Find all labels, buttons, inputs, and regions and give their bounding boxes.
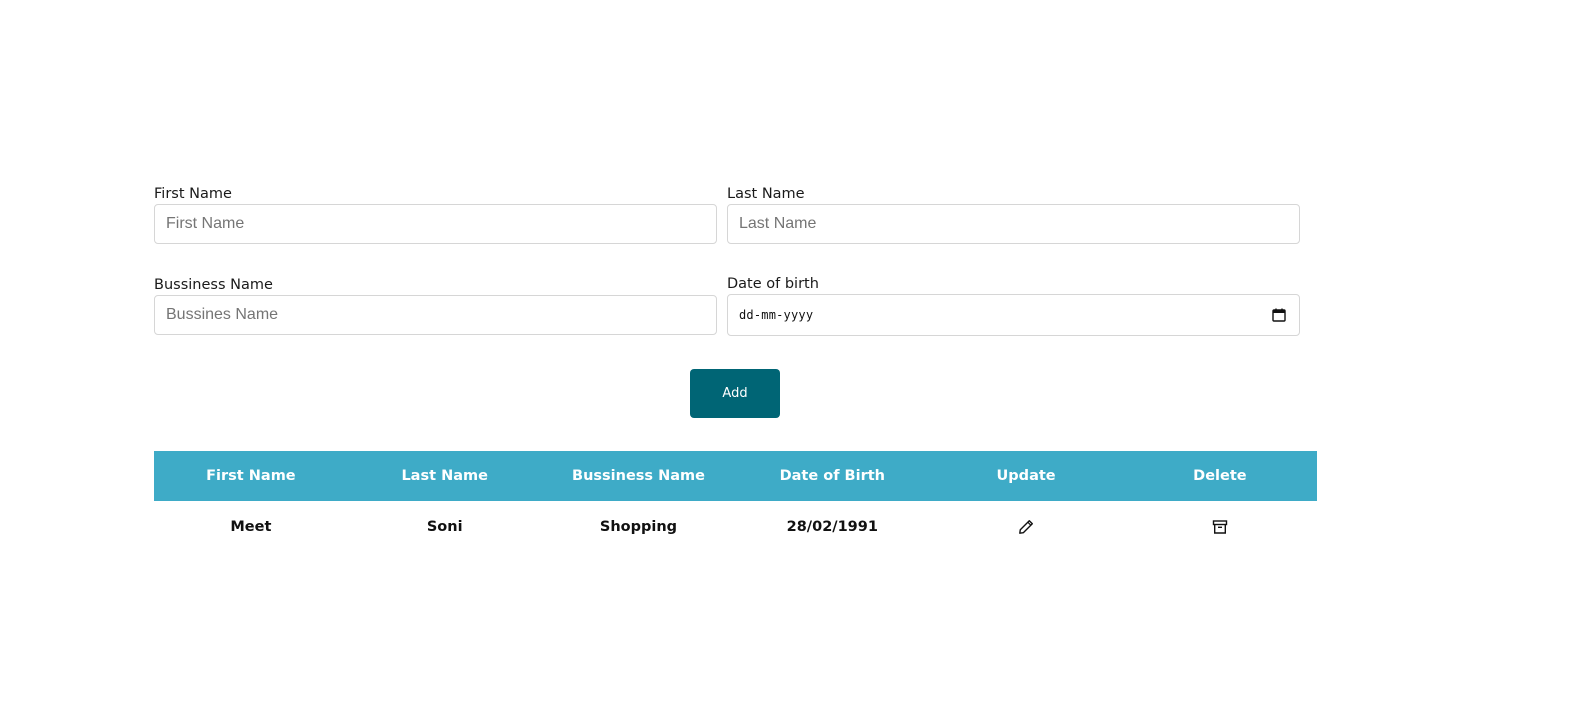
table-header-row: First Name Last Name Bussiness Name Date of… [154, 451, 1317, 501]
first-name-input[interactable] [154, 204, 717, 244]
last-name-field: Last Name [727, 184, 1300, 244]
pencil-icon[interactable] [1015, 516, 1037, 538]
header-update: Update [996, 468, 1056, 484]
first-name-label: First Name [154, 186, 232, 202]
business-name-label: Bussiness Name [154, 277, 273, 293]
date-of-birth-label: Date of birth [727, 276, 819, 292]
business-name-input[interactable] [154, 295, 717, 335]
cell-last-name: Soni [426, 519, 463, 535]
cell-business-name: Shopping [599, 519, 678, 535]
users-table: First Name Last Name Bussiness Name Date of… [154, 451, 1317, 553]
cell-update [929, 516, 1123, 539]
cell-delete [1123, 516, 1317, 539]
first-name-field: First Name [154, 184, 717, 244]
table-body: Meet Soni Shopping 28/02/1991 [154, 501, 1317, 553]
business-name-field: Bussiness Name [154, 275, 717, 335]
date-of-birth-input[interactable]: dd-mm-yyyy [727, 294, 1300, 336]
add-button[interactable]: Add [690, 369, 780, 418]
cell-first-name: Meet [230, 519, 272, 535]
table-row: Meet Soni Shopping 28/02/1991 [154, 501, 1317, 553]
archive-icon[interactable] [1209, 516, 1231, 538]
cell-date-of-birth: 28/02/1991 [786, 519, 878, 535]
last-name-input[interactable] [727, 204, 1300, 244]
header-date-of-birth: Date of Birth [779, 468, 885, 484]
date-of-birth-field: Date of birth dd-mm-yyyy [727, 274, 1300, 336]
header-delete: Delete [1193, 468, 1247, 484]
header-first-name: First Name [206, 468, 296, 484]
date-placeholder: dd-mm-yyyy [739, 308, 814, 322]
last-name-label: Last Name [727, 186, 805, 202]
header-business-name: Bussiness Name [572, 468, 705, 484]
calendar-icon[interactable] [1272, 308, 1286, 322]
header-last-name: Last Name [401, 468, 488, 484]
